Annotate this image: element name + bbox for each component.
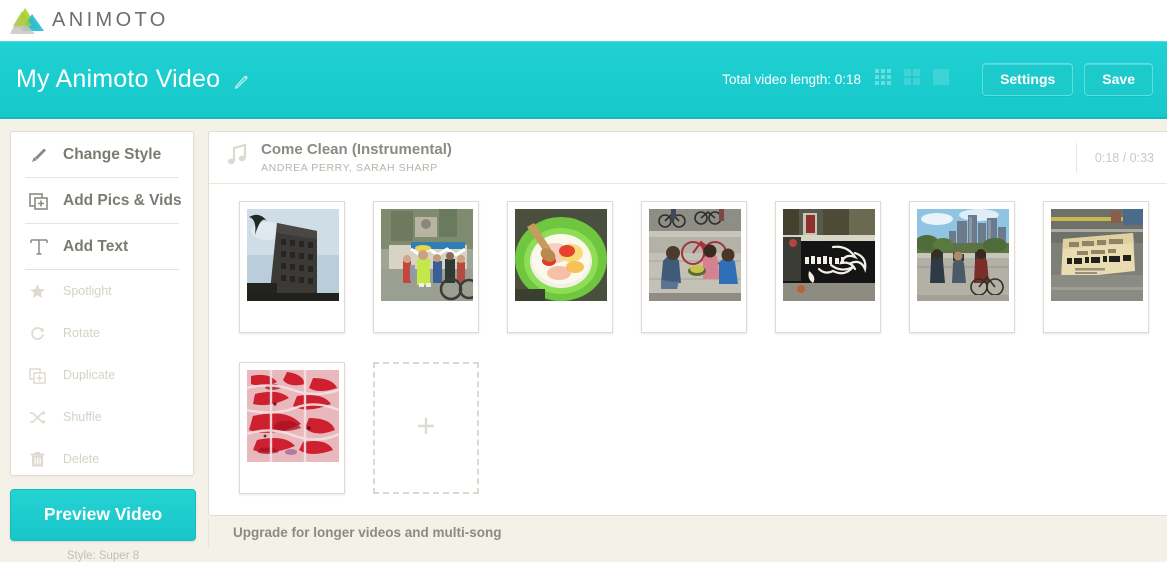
plus-icon <box>415 415 437 442</box>
sidebar-label: Add Text <box>63 237 129 255</box>
duplicate-icon <box>29 367 55 384</box>
thumb-image <box>649 209 741 301</box>
storyboard-panel: Come Clean (Instrumental) ANDREA PERRY, … <box>208 131 1167 516</box>
thumb-city-skyline[interactable] <box>909 201 1015 333</box>
thumb-street-vendor[interactable] <box>373 201 479 333</box>
thumb-image <box>1051 209 1143 301</box>
thumb-image <box>247 370 339 462</box>
sidebar-label: Delete <box>63 452 100 466</box>
header-controls: Total video length: 0:18 Settings Save <box>722 63 1153 96</box>
brand-name: ANIMOTO <box>52 9 169 31</box>
star-icon <box>29 283 55 300</box>
save-button[interactable]: Save <box>1084 63 1153 96</box>
add-media-icon <box>29 191 55 211</box>
brand-bar: ANIMOTO <box>0 0 1167 41</box>
pencil-icon[interactable] <box>233 73 250 90</box>
thumb-image <box>515 209 607 301</box>
thumb-shaved-ice[interactable] <box>507 201 613 333</box>
sidebar-label: Spotlight <box>63 284 112 298</box>
content-area: Change Style Add Pics & Vids Add Text Sp… <box>0 119 1167 562</box>
upgrade-link[interactable]: Upgrade for longer videos and multi-song <box>233 525 502 540</box>
sidebar-item-change-style[interactable]: Change Style <box>11 132 193 177</box>
thumb-image <box>783 209 875 301</box>
sidebar-column: Change Style Add Pics & Vids Add Text Sp… <box>10 131 196 562</box>
storyboard-grid <box>209 184 1167 494</box>
thumb-red-abstract[interactable] <box>239 362 345 494</box>
sidebar-item-add-pics-vids[interactable]: Add Pics & Vids <box>11 178 193 223</box>
sidebar-item-rotate: Rotate <box>11 312 193 354</box>
video-length-label: Total video length: 0:18 <box>722 72 862 87</box>
thumb-image <box>247 209 339 301</box>
add-media-tile[interactable] <box>373 362 479 494</box>
page-title: My Animoto Video <box>16 65 221 93</box>
sidebar-label: Change Style <box>63 145 162 163</box>
sidebar-label: Rotate <box>63 326 100 340</box>
music-note-icon <box>225 142 249 173</box>
trash-icon <box>29 451 55 468</box>
sidebar-item-delete: Delete <box>11 438 193 480</box>
sidebar-label: Add Pics & Vids <box>63 191 182 209</box>
thumb-image <box>917 209 1009 301</box>
grid-2x2-view-icon[interactable] <box>904 69 921 90</box>
sidebar-item-duplicate: Duplicate <box>11 354 193 396</box>
single-large-view-icon[interactable] <box>933 69 950 90</box>
upgrade-bar: Upgrade for longer videos and multi-song <box>208 518 1167 547</box>
song-time: 0:18 / 0:33 <box>1075 142 1167 173</box>
sidebar-label: Shuffle <box>63 410 102 424</box>
rotate-icon <box>29 325 55 342</box>
tools-sidebar: Change Style Add Pics & Vids Add Text Sp… <box>10 131 194 476</box>
thumb-graffiti-mural[interactable] <box>775 201 881 333</box>
project-header: My Animoto Video Total video length: 0:1… <box>0 41 1167 119</box>
style-label: Style: Super 8 <box>66 550 140 562</box>
grid-3x3-view-icon[interactable] <box>875 69 892 90</box>
song-title: Come Clean (Instrumental) <box>261 141 452 159</box>
sidebar-item-spotlight: Spotlight <box>11 270 193 312</box>
sidebar-label: Duplicate <box>63 368 116 382</box>
song-artist: ANDREA PERRY, SARAH SHARP <box>261 161 438 174</box>
shuffle-icon <box>29 409 55 426</box>
thumb-office-tower[interactable] <box>239 201 345 333</box>
song-info: Come Clean (Instrumental) ANDREA PERRY, … <box>261 141 452 173</box>
thumb-cyclists-resting[interactable] <box>641 201 747 333</box>
settings-button[interactable]: Settings <box>982 63 1074 96</box>
sidebar-item-shuffle: Shuffle <box>11 396 193 438</box>
brush-icon <box>29 145 55 165</box>
song-bar[interactable]: Come Clean (Instrumental) ANDREA PERRY, … <box>209 132 1167 184</box>
view-mode-group <box>875 69 950 90</box>
thumb-street-sign[interactable] <box>1043 201 1149 333</box>
sidebar-item-add-text[interactable]: Add Text <box>11 224 193 269</box>
animoto-triangle-logo <box>8 6 46 36</box>
thumb-image <box>381 209 473 301</box>
preview-video-button[interactable]: Preview Video <box>10 489 196 541</box>
text-t-icon <box>29 237 55 257</box>
